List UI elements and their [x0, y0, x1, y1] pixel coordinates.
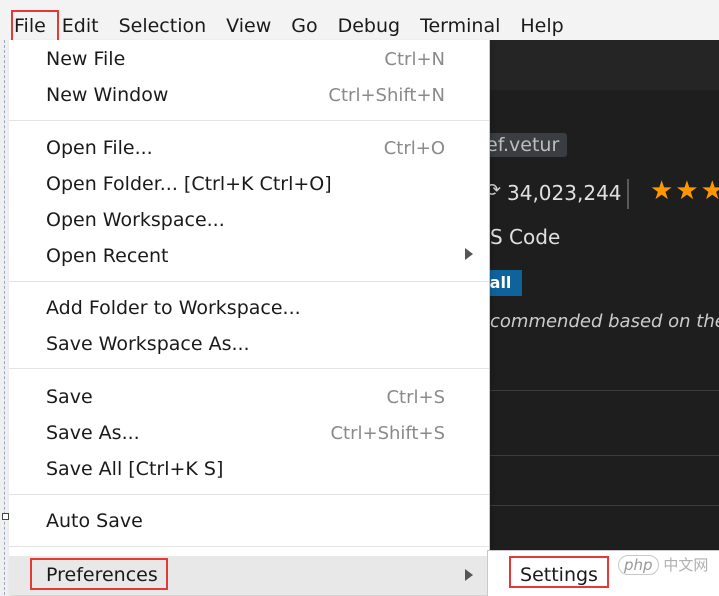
menu-edit[interactable]: Edit [52, 0, 109, 40]
menu-separator [9, 120, 489, 121]
shortcut-label: Ctrl+S [386, 387, 445, 408]
menu-go[interactable]: Go [281, 0, 327, 40]
menu-separator [9, 546, 489, 547]
menu-item-label: Save [46, 386, 93, 408]
menu-item-add-folder-to-workspace[interactable]: Add Folder to Workspace... [9, 291, 489, 327]
install-button[interactable]: tall [490, 270, 522, 296]
divider [490, 455, 719, 456]
menu-item-label: Save As... [46, 422, 140, 444]
menu-item-settings[interactable]: Settings [509, 556, 609, 588]
menu-item-label: Open File... [46, 137, 153, 159]
menu-item-label: New Window [46, 84, 169, 106]
menu-item-open-folder[interactable]: Open Folder... [Ctrl+K Ctrl+O] [9, 167, 489, 203]
menu-item-open-file[interactable]: Open File... Ctrl+O [9, 131, 489, 167]
resize-handle [2, 513, 9, 520]
watermark-text: 中文网 [663, 556, 709, 574]
menu-item-label: Open Recent [46, 245, 169, 267]
submenu-arrow-icon [465, 248, 473, 260]
menu-item-open-workspace[interactable]: Open Workspace... [9, 203, 489, 239]
menu-item-label: New File [46, 48, 126, 70]
menu-help[interactable]: Help [510, 0, 573, 40]
menu-bar: File Edit Selection View Go Debug Termin… [0, 0, 719, 40]
rating-stars: ★★★ [650, 176, 719, 206]
menu-separator [9, 368, 489, 369]
divider [490, 390, 719, 391]
extension-identifier: ef.vetur [478, 133, 568, 157]
menu-item-label: Save Workspace As... [46, 333, 250, 355]
menu-item-save-as[interactable]: Save As... Ctrl+Shift+S [9, 416, 489, 452]
menu-terminal[interactable]: Terminal [410, 0, 510, 40]
submenu-arrow-icon [465, 569, 473, 581]
menu-item-new-window[interactable]: New Window Ctrl+Shift+N [9, 78, 489, 114]
menu-item-save-all[interactable]: Save All [Ctrl+K S] [9, 452, 489, 488]
download-count: 34,023,244 [507, 181, 622, 205]
menu-item-label: Open Workspace... [46, 209, 225, 231]
publisher-text: S Code [490, 225, 561, 249]
menu-selection[interactable]: Selection [109, 0, 217, 40]
menu-item-label: Open Folder... [Ctrl+K Ctrl+O] [46, 173, 332, 195]
stat-divider [627, 179, 629, 209]
recommendation-text: commended based on the f [490, 311, 719, 332]
shortcut-label: Ctrl+Shift+S [330, 423, 445, 444]
divider [490, 505, 719, 506]
editor-tab-strip [490, 40, 719, 90]
menu-item-new-file[interactable]: New File Ctrl+N [9, 42, 489, 78]
menu-item-save-workspace-as[interactable]: Save Workspace As... [9, 327, 489, 363]
menu-debug[interactable]: Debug [328, 0, 410, 40]
menu-item-auto-save[interactable]: Auto Save [9, 504, 489, 540]
menu-item-save[interactable]: Save Ctrl+S [9, 380, 489, 416]
menu-separator [9, 494, 489, 495]
menu-item-label: Add Folder to Workspace... [46, 297, 301, 319]
shortcut-label: Ctrl+O [383, 138, 445, 159]
menu-item-label: Auto Save [46, 510, 143, 532]
menu-item-label: Save All [Ctrl+K S] [46, 458, 224, 480]
watermark-badge: php [618, 555, 659, 575]
menu-item-open-recent[interactable]: Open Recent [9, 239, 489, 275]
shortcut-label: Ctrl+Shift+N [328, 85, 445, 106]
shortcut-label: Ctrl+N [384, 49, 445, 70]
selection-guide [4, 40, 6, 595]
menu-view[interactable]: View [216, 0, 281, 40]
watermark: php 中文网 [618, 554, 708, 575]
file-menu-highlight [11, 10, 59, 42]
file-dropdown-menu: New File Ctrl+N New Window Ctrl+Shift+N … [9, 40, 490, 595]
preferences-highlight [30, 558, 168, 590]
menu-separator [9, 281, 489, 282]
